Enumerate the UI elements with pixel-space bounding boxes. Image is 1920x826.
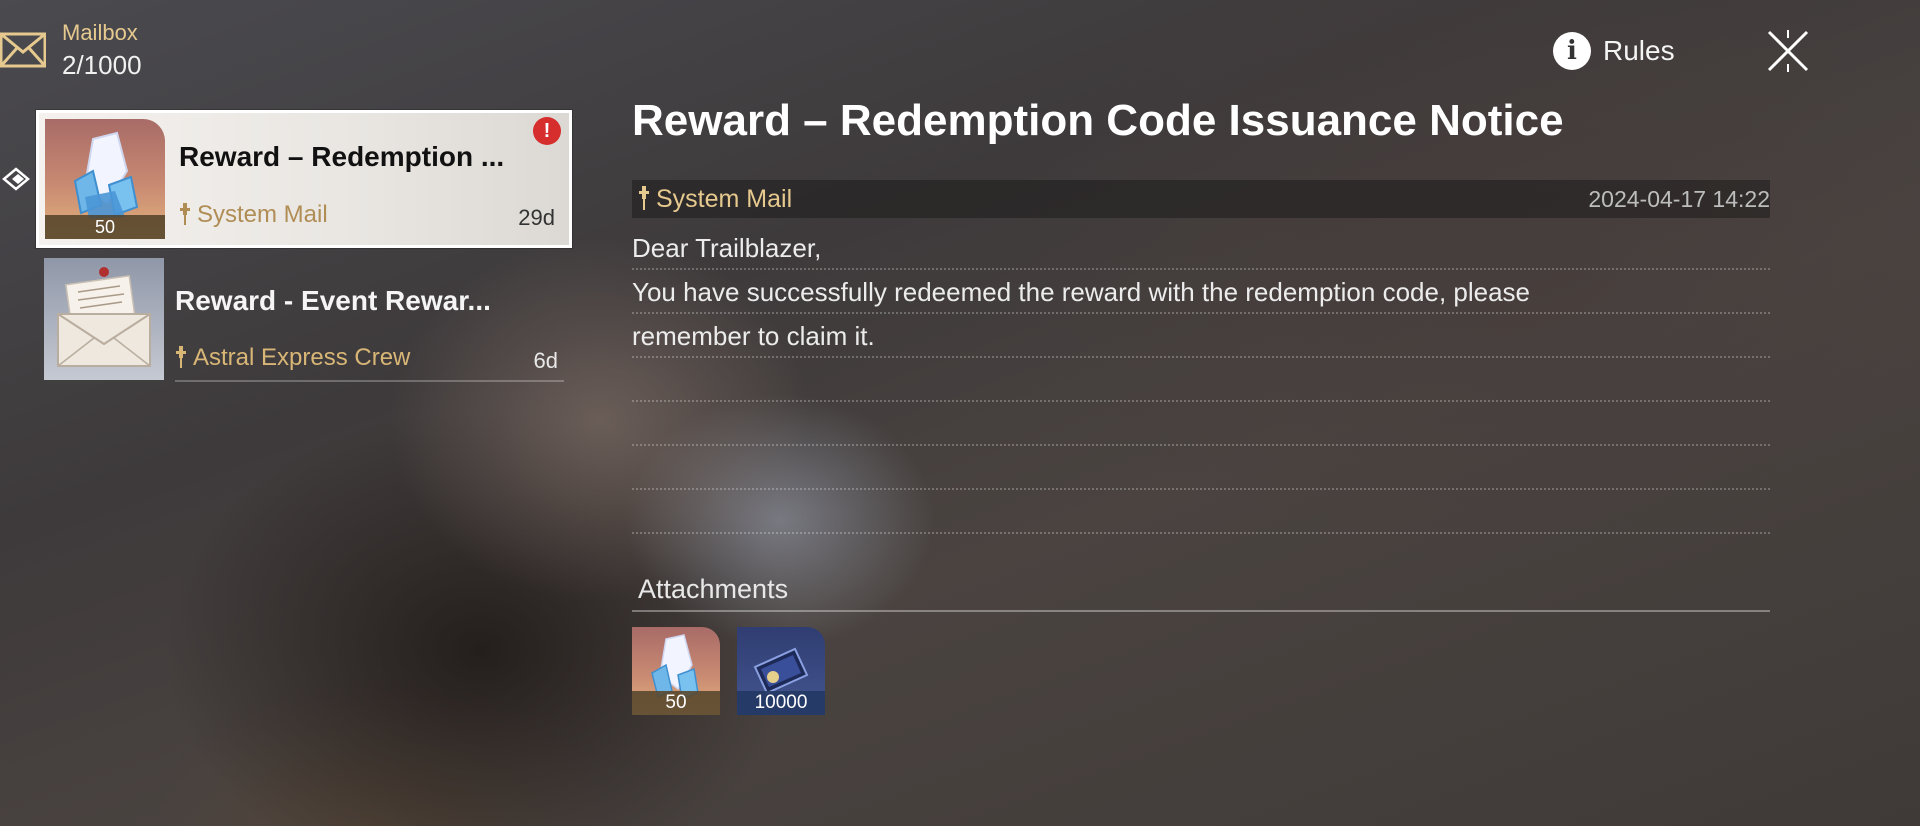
detail-date: 2024-04-17 14:22 [1588, 185, 1770, 212]
rules-button[interactable]: i Rules [1553, 30, 1675, 72]
detail-sender-label: System Mail [656, 184, 793, 213]
body-line [632, 402, 1770, 446]
mailbox-label: Mailbox [62, 20, 138, 45]
attachments-heading: Attachments [638, 574, 789, 604]
envelope-icon [0, 32, 46, 68]
mail-meta-bar: System Mail 2024-04-17 14:22 [632, 180, 1770, 218]
mail-age: 6d [533, 348, 558, 373]
mail-title: Reward – Redemption ... [179, 141, 505, 172]
envelope-letter-icon [57, 267, 151, 367]
attachment-stellar-jade[interactable]: 50 [632, 627, 720, 715]
mailbox-count: 2/1000 [62, 50, 142, 80]
attachment-quantity: 50 [632, 691, 720, 715]
attachments-divider [632, 610, 1770, 612]
divider [175, 380, 564, 382]
detail-sender: System Mail [638, 185, 792, 214]
attachment-quantity: 10000 [737, 691, 825, 715]
letter-thumbnail [44, 258, 164, 380]
unread-alert-icon: ! [533, 117, 561, 145]
thumbnail-quantity: 50 [45, 215, 165, 239]
mail-item-event-reward[interactable]: Reward - Event Rewar... Astral Express C… [36, 258, 572, 396]
stellar-jade-thumbnail: 50 [45, 119, 165, 239]
body-line: Dear Trailblazer, [632, 226, 1770, 270]
mail-sender-label: System Mail [197, 201, 328, 228]
attachment-credits[interactable]: 10000 [737, 627, 825, 715]
body-line: You have successfully redeemed the rewar… [632, 270, 1770, 314]
close-icon[interactable] [1765, 28, 1811, 74]
info-icon: i [1553, 32, 1591, 70]
body-line [632, 446, 1770, 490]
mail-sender: System Mail [179, 201, 328, 229]
sender-pin-icon [639, 186, 649, 210]
mail-title: Reward - Event Rewar... [175, 285, 491, 316]
mail-age: 29d [518, 205, 555, 230]
body-line [632, 490, 1770, 534]
sender-pin-icon [180, 203, 190, 225]
body-line [632, 358, 1770, 402]
body-line: remember to claim it. [632, 314, 1770, 358]
mail-detail-title: Reward – Redemption Code Issuance Notice [632, 96, 1564, 145]
mail-body: Dear Trailblazer, You have successfully … [632, 226, 1770, 534]
mail-sender: Astral Express Crew [175, 344, 410, 372]
mail-sender-label: Astral Express Crew [193, 344, 411, 371]
sender-pin-icon [176, 346, 186, 368]
mail-item-redemption[interactable]: 50 Reward – Redemption ... System Mail 2… [36, 110, 572, 248]
rules-label: Rules [1603, 35, 1675, 66]
selection-arrow-icon [2, 167, 30, 191]
